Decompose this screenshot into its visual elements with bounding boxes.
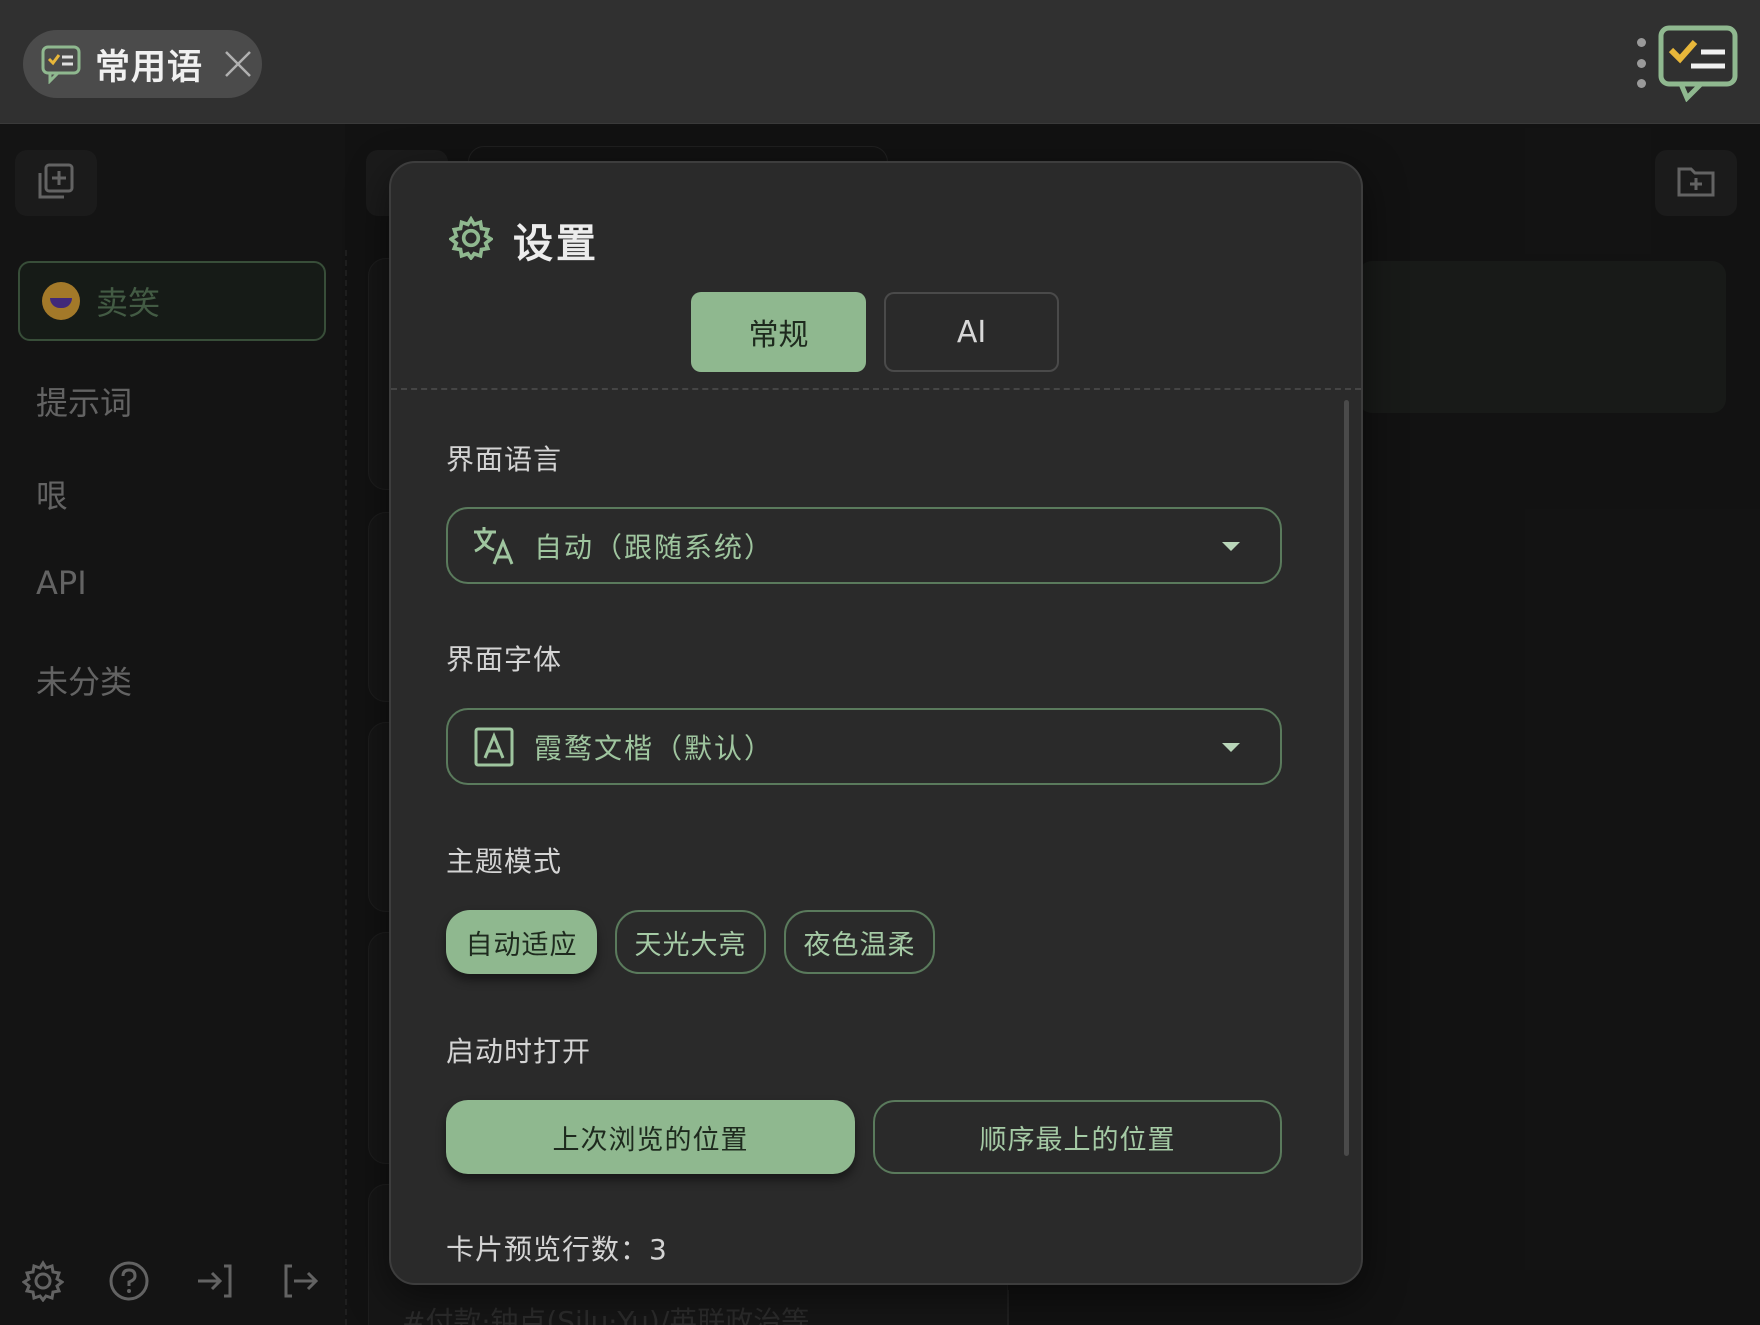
scrollbar[interactable] (1344, 400, 1349, 1156)
translate-icon (472, 524, 516, 568)
caret-down-icon (1222, 542, 1240, 551)
startup-last-position-button[interactable]: 上次浏览的位置 (446, 1100, 855, 1174)
app-tab-title: 常用语 (95, 47, 204, 88)
theme-light-button[interactable]: 天光大亮 (615, 910, 766, 974)
settings-body: 界面语言 自动（跟随系统） 界面字体 霞鹜文楷（默认） 主题模式 自动适应 天光… (391, 390, 1361, 1283)
caret-down-icon (1222, 743, 1240, 752)
startup-top-position-button[interactable]: 顺序最上的位置 (873, 1100, 1282, 1174)
settings-header: 设置 常规 AI (391, 163, 1361, 390)
settings-title: 设置 (513, 221, 599, 267)
chat-checklist-icon (39, 42, 83, 86)
preview-lines-row: 卡片预览行数：3 (446, 1228, 668, 1268)
startup-label: 启动时打开 (446, 1035, 592, 1068)
language-select[interactable]: 自动（跟随系统） (446, 507, 1282, 584)
tab-ai[interactable]: AI (884, 292, 1059, 372)
theme-auto-button[interactable]: 自动适应 (446, 910, 597, 974)
preview-lines-label: 卡片预览行数： (446, 1233, 650, 1266)
app-logo-icon (1657, 24, 1739, 103)
settings-tabs: 常规 AI (691, 292, 1059, 372)
title-bar: 常用语 (0, 0, 1760, 124)
preview-lines-value: 3 (649, 1233, 668, 1266)
font-label: 界面字体 (446, 643, 563, 676)
font-icon (472, 725, 516, 769)
more-vertical-icon[interactable] (1635, 38, 1647, 88)
theme-dark-button[interactable]: 夜色温柔 (784, 910, 935, 974)
font-select[interactable]: 霞鹜文楷（默认） (446, 708, 1282, 785)
app-tab[interactable]: 常用语 (23, 30, 262, 98)
close-icon[interactable] (221, 47, 255, 81)
tab-general[interactable]: 常规 (691, 292, 866, 372)
gear-icon (447, 215, 495, 264)
font-value: 霞鹜文楷（默认） (534, 731, 775, 765)
language-value: 自动（跟随系统） (534, 530, 775, 564)
theme-label: 主题模式 (446, 845, 563, 878)
settings-dialog: 设置 常规 AI 界面语言 自动（跟随系统） 界面字体 霞鹜文楷（默认） 主题模… (389, 161, 1363, 1285)
language-label: 界面语言 (446, 443, 563, 476)
